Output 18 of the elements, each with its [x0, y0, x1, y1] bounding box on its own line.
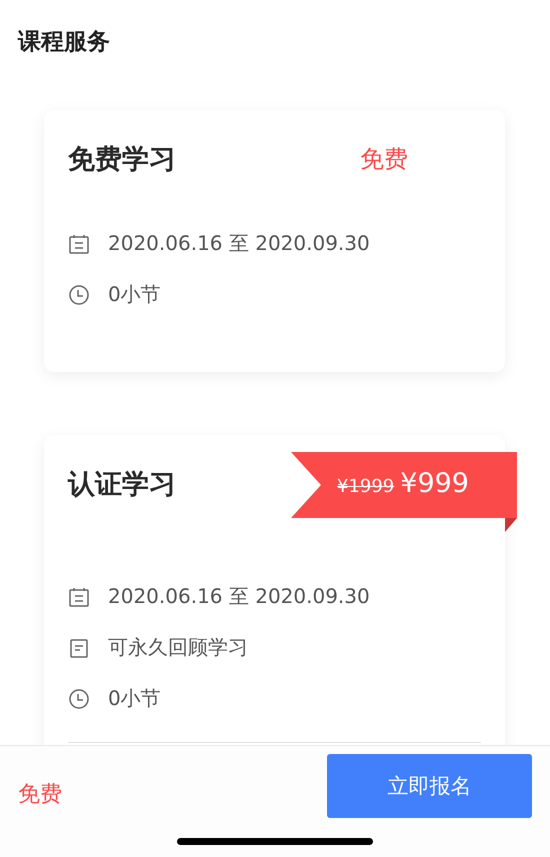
plan-price: 免费: [360, 144, 408, 175]
sale-price: ¥999: [400, 468, 469, 499]
plan-detail: 2020.06.16 至 2020.09.30: [108, 583, 370, 610]
calendar-icon: [68, 586, 90, 608]
footer-price: 免费: [18, 781, 62, 809]
plan-detail: 0小节: [108, 685, 161, 712]
plan-name: 免费学习: [68, 143, 176, 177]
plan-name: 认证学习: [68, 468, 176, 502]
enroll-button[interactable]: 立即报名: [327, 754, 532, 818]
calendar-icon: [68, 232, 90, 254]
clock-icon: [68, 284, 90, 306]
plan-detail: 0小节: [108, 281, 161, 308]
page-title: 课程服务: [18, 29, 110, 55]
clock-icon: [68, 688, 90, 710]
plan-detail: 可永久回顾学习: [108, 634, 248, 661]
plan-detail: 2020.06.16 至 2020.09.30: [108, 230, 370, 257]
original-price: ¥1999: [337, 476, 394, 497]
document-icon: [68, 636, 90, 658]
